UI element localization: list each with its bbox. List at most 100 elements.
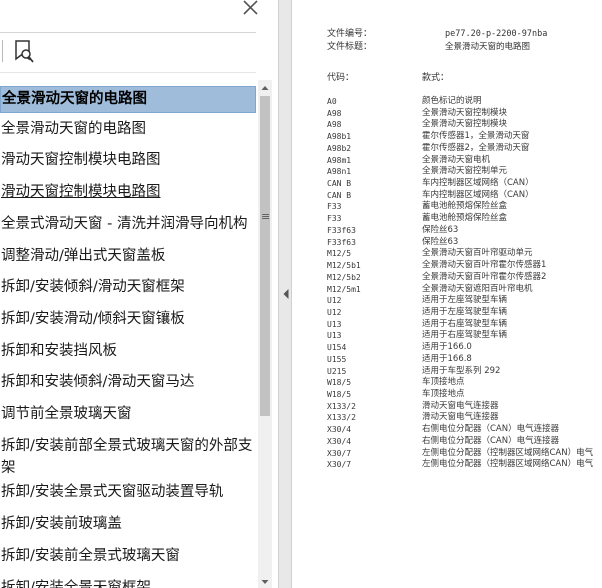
- component-code: M12/5: [327, 249, 352, 259]
- bookmark-item[interactable]: 拆卸和安装倾斜/滑动天窗马达: [0, 371, 256, 393]
- component-description: 全景滑动天窗电机: [422, 154, 491, 165]
- bookmark-item-label: 拆卸/安装前玻璃盖: [1, 516, 122, 533]
- table-row: U12 适用于左座驾驶型车辆: [327, 307, 602, 319]
- table-row: F33 蓄电池舱预熔保险丝盒: [327, 201, 602, 213]
- bookmark-item-label: 拆卸和安装挡风板: [1, 342, 117, 359]
- bookmark-item[interactable]: 拆卸/安装前部全景式玻璃天窗的外部支架: [0, 435, 256, 479]
- component-code: CAN B: [327, 190, 352, 200]
- bookmark-item-label: 拆卸和安装倾斜/滑动天窗马达: [1, 374, 195, 391]
- find-bookmark-button[interactable]: [13, 39, 35, 65]
- close-sidebar-button[interactable]: [240, 0, 262, 18]
- bookmark-item[interactable]: 拆卸/安装滑动/倾斜天窗镶板: [0, 308, 256, 330]
- code-column-header: 代码：: [327, 73, 355, 83]
- bookmark-item-label: 拆卸/安装前全景式玻璃天窗: [1, 547, 180, 564]
- pdf-viewer-window: 全景滑动天窗的电路图 全景滑动天窗的电路图 滑动天窗控制模块电路图 滑动天窗控制模块电…: [0, 0, 602, 588]
- bookmark-item[interactable]: 调整滑动/弹出式天窗盖板: [0, 245, 256, 267]
- toolbar-divider: [0, 32, 256, 33]
- component-code: CAN B: [327, 179, 352, 189]
- component-description: 保险丝63: [422, 224, 459, 235]
- toolbar-vertical-divider: [2, 40, 3, 62]
- component-description: 全景滑动天窗控制单元: [422, 166, 508, 177]
- bookmark-item-label: 拆卸/安装全景天窗框架: [1, 579, 151, 588]
- bookmark-item-label: 滑动天窗控制模块电路图: [1, 152, 161, 169]
- component-description: 适用于右座驾驶型车辆: [422, 318, 508, 329]
- component-code: U12: [327, 296, 342, 306]
- component-code: U12: [327, 307, 342, 317]
- component-code: F33f63: [327, 237, 356, 247]
- grip-icon[interactable]: ≡: [261, 210, 270, 224]
- bookmark-item-label: 全景滑动天窗的电路图: [1, 120, 146, 137]
- component-description: 蓄电池舱预熔保险丝盒: [422, 201, 508, 212]
- table-row: U154 适用于166.0: [327, 342, 602, 354]
- component-description: 适用于车型系列 292: [422, 365, 501, 376]
- file-title-label: 文件标题：: [327, 42, 373, 52]
- table-row: A0 颜色标记的说明: [327, 96, 602, 108]
- component-description: 右侧电位分配器（CAN）电气连接器: [422, 435, 560, 446]
- component-description: 全景滑动天窗百叶帘霍尔传感器1: [422, 260, 547, 271]
- bookmark-item[interactable]: 拆卸/安装前全景式玻璃天窗: [0, 545, 256, 567]
- component-code: A98m1: [327, 155, 352, 165]
- bookmark-item[interactable]: 拆卸/安装前玻璃盖: [0, 513, 256, 535]
- file-title-value: 全景滑动天窗的电路图: [445, 42, 531, 52]
- component-code: X30/7: [327, 448, 352, 458]
- bookmark-item[interactable]: 调节前全景玻璃天窗: [0, 403, 256, 425]
- component-code: X30/4: [327, 436, 352, 446]
- table-row: A98 全景滑动天窗控制模块: [327, 108, 602, 120]
- component-code: A98b2: [327, 143, 352, 153]
- component-code: A98: [327, 120, 342, 130]
- component-code: M12/5m1: [327, 284, 361, 294]
- bookmark-item[interactable]: 全景滑动天窗的电路图: [0, 118, 256, 140]
- bookmark-item[interactable]: 滑动天窗控制模块电路图: [0, 181, 256, 203]
- component-code: U13: [327, 319, 342, 329]
- table-row: M12/5m1 全景滑动天窗遮阳百叶帘电机: [327, 284, 602, 296]
- chevron-left-icon: [283, 289, 289, 299]
- component-description: 霍尔传感器1，全景滑动天窗: [422, 131, 530, 142]
- bookmark-item[interactable]: 全景式滑动天窗 - 清洗并润滑导向机构: [0, 213, 256, 235]
- bookmark-item[interactable]: 拆卸/安装倾斜/滑动天窗框架: [0, 276, 256, 298]
- table-row: CAN B 车内控制器区域网络（CAN）: [327, 178, 602, 190]
- component-code: X30/7: [327, 460, 352, 470]
- component-description: 车顶接地点: [422, 389, 465, 399]
- component-description: 车内控制器区域网络（CAN）: [422, 178, 534, 189]
- table-row: F33 蓄电池舱预熔保险丝盒: [327, 213, 602, 225]
- component-code: M12/5b1: [327, 261, 361, 271]
- component-code: U13: [327, 331, 342, 341]
- bookmark-item[interactable]: 全景滑动天窗的电路图: [0, 86, 256, 113]
- table-row: X30/4 右侧电位分配器（CAN）电气连接器: [327, 424, 602, 436]
- sidebar-scrollbar[interactable]: [258, 80, 272, 588]
- table-row: X30/4 右侧电位分配器（CAN）电气连接器: [327, 436, 602, 448]
- collapse-sidebar-button[interactable]: [281, 286, 291, 300]
- bookmark-item-label: 拆卸/安装滑动/倾斜天窗镶板: [1, 310, 185, 327]
- table-row: A98 全景滑动天窗控制模块: [327, 119, 602, 131]
- table-row: A98n1 全景滑动天窗控制单元: [327, 166, 602, 178]
- bookmark-item-label: 拆卸/安装倾斜/滑动天窗框架: [1, 279, 185, 296]
- bookmarks-sidebar: 全景滑动天窗的电路图 全景滑动天窗的电路图 滑动天窗控制模块电路图 滑动天窗控制模块电…: [0, 0, 278, 588]
- scroll-up-button[interactable]: [258, 80, 272, 94]
- component-description: 适用于左座驾驶型车辆: [422, 306, 508, 317]
- component-description: 左侧电位分配器（控制器区域网络CAN）电气: [422, 459, 594, 470]
- scrollbar-thumb[interactable]: [260, 96, 270, 416]
- bookmark-item[interactable]: 拆卸和安装挡风板: [0, 340, 256, 362]
- toolbar-divider: [0, 72, 256, 73]
- table-row: M12/5b2 全景滑动天窗百叶帘霍尔传感器2: [327, 272, 602, 284]
- file-number-label: 文件编号：: [327, 29, 373, 39]
- bookmark-list: 全景滑动天窗的电路图 全景滑动天窗的电路图 滑动天窗控制模块电路图 滑动天窗控制模块电…: [0, 83, 258, 588]
- panel-splitter[interactable]: [278, 0, 292, 588]
- component-code: U155: [327, 354, 347, 364]
- bookmark-item[interactable]: 拆卸/安装全景天窗框架: [0, 577, 256, 588]
- close-icon: [243, 0, 258, 15]
- bookmark-item[interactable]: 拆卸/安装全景式天窗驱动装置导轨: [0, 481, 256, 503]
- table-row: W18/5 车顶接地点: [327, 377, 602, 389]
- component-description: 适用于左座驾驶型车辆: [422, 295, 508, 306]
- bookmark-item-label: 滑动天窗控制模块电路图: [1, 184, 161, 201]
- component-description: 左侧电位分配器（控制器区域网络CAN）电气: [422, 447, 594, 458]
- table-row: X30/7 左侧电位分配器（控制器区域网络CAN）电气: [327, 448, 602, 460]
- table-row: U13 适用于右座驾驶型车辆: [327, 319, 602, 331]
- bookmark-item[interactable]: 滑动天窗控制模块电路图: [0, 149, 256, 171]
- scroll-down-button[interactable]: [258, 574, 272, 588]
- component-description: 全景滑动天窗控制模块: [422, 119, 508, 130]
- component-code: F33f63: [327, 225, 356, 235]
- table-row: M12/5 全景滑动天窗百叶帘驱动单元: [327, 248, 602, 260]
- component-code: U154: [327, 343, 347, 353]
- component-code: X133/2: [327, 413, 356, 423]
